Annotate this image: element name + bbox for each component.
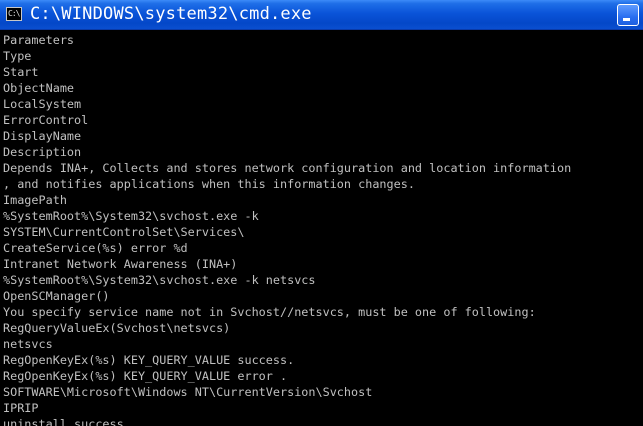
console-line: DisplayName	[3, 129, 82, 143]
console-line: You specify service name not in Svchost/…	[3, 305, 536, 319]
console-line: ErrorControl	[3, 113, 89, 127]
console-window: C:\ C:\WINDOWS\system32\cmd.exe Paramete…	[0, 0, 643, 426]
console-line: LocalSystem	[3, 97, 82, 111]
console-line: uninstall success	[3, 417, 124, 426]
console-line: ObjectName	[3, 81, 75, 95]
console-line: , and notifies applications when this in…	[3, 177, 415, 191]
cmd-icon[interactable]: C:\	[6, 7, 22, 21]
console-line: RegOpenKeyEx(%s) KEY_QUERY_VALUE error .	[3, 369, 288, 383]
console-output[interactable]: Parameters Type Start ObjectName LocalSy…	[0, 30, 643, 426]
console-line: IPRIP	[3, 401, 39, 415]
console-line: SOFTWARE\Microsoft\Windows NT\CurrentVer…	[3, 385, 373, 399]
console-line: SYSTEM\CurrentControlSet\Services\	[3, 225, 245, 239]
window-title: C:\WINDOWS\system32\cmd.exe	[30, 4, 312, 24]
minimize-button[interactable]	[617, 4, 639, 26]
console-line: %SystemRoot%\System32\svchost.exe -k	[3, 209, 259, 223]
console-line: Parameters	[3, 33, 75, 47]
console-line: Description	[3, 145, 82, 159]
console-line: Start	[3, 65, 39, 79]
console-line: RegOpenKeyEx(%s) KEY_QUERY_VALUE success…	[3, 353, 295, 367]
console-line: %SystemRoot%\System32\svchost.exe -k net…	[3, 273, 316, 287]
console-line: RegQueryValueEx(Svchost\netsvcs)	[3, 321, 231, 335]
minimize-icon	[623, 18, 630, 21]
console-line: netsvcs	[3, 337, 53, 351]
console-line: Intranet Network Awareness (INA+)	[3, 257, 238, 271]
console-line: Depends INA+, Collects and stores networ…	[3, 161, 572, 175]
console-line: CreateService(%s) error %d	[3, 241, 188, 255]
cmd-icon-glyph: C:\	[8, 9, 20, 18]
console-line: Type	[3, 49, 32, 63]
title-bar[interactable]: C:\ C:\WINDOWS\system32\cmd.exe	[0, 0, 643, 30]
console-line: OpenSCManager()	[3, 289, 110, 303]
console-line: ImagePath	[3, 193, 67, 207]
